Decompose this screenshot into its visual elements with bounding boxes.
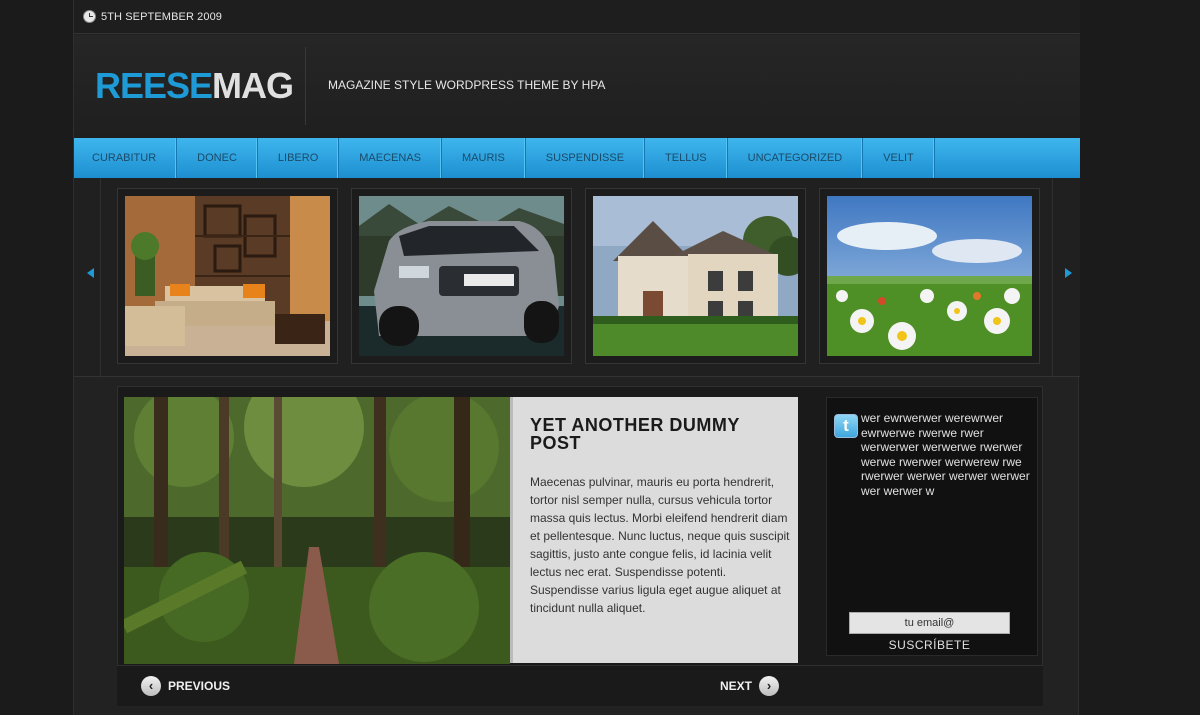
slider-divider-right [1052,178,1053,377]
previous-link[interactable]: PREVIOUS [168,679,230,693]
nav-item-curabitur[interactable]: CURABITUR [74,138,178,178]
triangle-left-icon[interactable] [87,268,94,278]
living-room-image [125,196,330,356]
nav-item-velit[interactable]: VELIT [863,138,935,178]
twitter-widget: t wer ewrwerwer werewrwer ewrwerwe rwerw… [826,397,1038,656]
post-title[interactable]: YET ANOTHER DUMMY POST [530,416,780,452]
slider-thumb-car[interactable] [351,188,572,364]
slider-thumb-living-room[interactable] [117,188,338,364]
flowers-image [827,196,1032,356]
nav-item-maecenas[interactable]: MAECENAS [339,138,443,178]
site-logo[interactable]: REESEMAG [95,65,294,107]
date-label: 5TH SEPTEMBER 2009 [101,11,223,23]
email-input[interactable]: tu email@ [849,612,1010,634]
triangle-right-icon[interactable] [1065,268,1072,278]
site-tagline: MAGAZINE STYLE WORDPRESS THEME BY HPA [328,78,606,92]
car-image [359,196,564,356]
slider-divider-left [100,178,101,377]
slider-thumb-flowers[interactable] [819,188,1040,364]
page-container: 5TH SEPTEMBER 2009 REESEMAG MAGAZINE STY… [73,0,1080,715]
nav-item-libero[interactable]: LIBERO [258,138,340,178]
previous-arrow-icon[interactable]: ‹ [141,676,161,696]
featured-post-image[interactable] [124,397,510,664]
logo-part-reese: REESE [95,65,213,106]
nav-item-tellus[interactable]: TELLUS [645,138,728,178]
subscribe-button[interactable]: SUSCRÍBETE [849,638,1010,652]
featured-post-card: YET ANOTHER DUMMY POST Maecenas pulvinar… [510,397,798,663]
thumbnail-slider [74,178,1080,377]
next-arrow-icon[interactable]: › [759,676,779,696]
header: REESEMAG MAGAZINE STYLE WORDPRESS THEME … [74,35,1080,138]
nav-item-donec[interactable]: DONEC [177,138,258,178]
post-excerpt: Maecenas pulvinar, mauris eu porta hendr… [530,475,790,615]
featured-post-section: YET ANOTHER DUMMY POST Maecenas pulvinar… [117,386,1043,666]
twitter-bird-icon[interactable]: t [834,414,858,438]
top-bar: 5TH SEPTEMBER 2009 [74,0,1080,34]
header-divider [305,47,306,125]
next-link[interactable]: NEXT [720,679,752,693]
tweet-text: wer ewrwerwer werewrwer ewrwerwe rwerwe … [861,411,1030,498]
clock-icon [83,10,96,23]
main-nav: CURABITUR DONEC LIBERO MAECENAS MAURIS S… [74,138,1080,178]
nav-item-mauris[interactable]: MAURIS [442,138,526,178]
slider-thumb-house[interactable] [585,188,806,364]
post-pager: ‹ PREVIOUS NEXT › [117,666,1043,706]
house-image [593,196,798,356]
nav-item-suspendisse[interactable]: SUSPENDISSE [526,138,646,178]
nav-item-uncategorized[interactable]: UNCATEGORIZED [728,138,864,178]
logo-part-mag: MAG [212,65,294,106]
